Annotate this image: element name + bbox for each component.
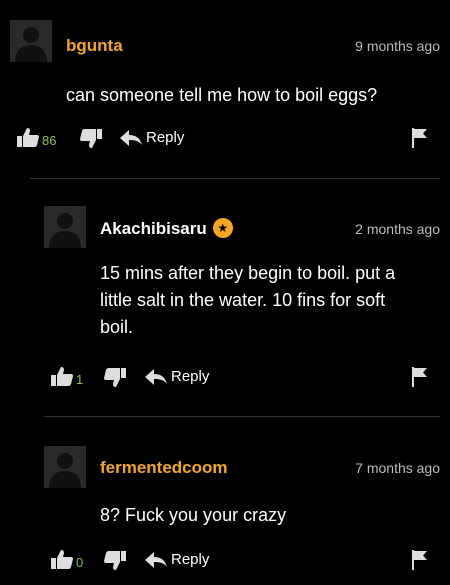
- like-button[interactable]: 86: [16, 126, 56, 148]
- thumbs-down-icon: [104, 551, 126, 570]
- reply-arrow-icon: [120, 129, 142, 146]
- like-button[interactable]: 1: [50, 365, 83, 387]
- user-silhouette-icon: [44, 446, 86, 488]
- timestamp: 7 months ago: [355, 460, 440, 476]
- reply-label: Reply: [171, 551, 210, 568]
- reply-label: Reply: [171, 368, 210, 385]
- flag-button[interactable]: [412, 128, 428, 153]
- avatar[interactable]: [10, 20, 52, 62]
- avatar[interactable]: [44, 446, 86, 488]
- dislike-button[interactable]: [80, 128, 102, 155]
- thumbs-down-icon: [104, 368, 126, 387]
- comment-actions: 0 Reply: [0, 548, 450, 574]
- timestamp: 9 months ago: [355, 38, 440, 54]
- thumbs-up-icon: [17, 128, 39, 147]
- username[interactable]: Akachibisaru ★: [100, 217, 233, 240]
- flag-icon: [412, 128, 427, 148]
- reply-label: Reply: [146, 129, 185, 146]
- comment-text: 15 mins after they begin to boil. put a …: [100, 263, 396, 337]
- flag-button[interactable]: [412, 550, 428, 575]
- like-count: 86: [42, 133, 57, 148]
- divider: [30, 178, 440, 179]
- timestamp: 2 months ago: [355, 221, 440, 237]
- reply-arrow-icon: [145, 368, 167, 385]
- thumbs-down-icon: [80, 129, 102, 148]
- flag-button[interactable]: [412, 367, 428, 392]
- comment-actions: 86 Reply: [0, 126, 450, 152]
- star-badge-icon: ★: [212, 217, 233, 238]
- thumbs-up-icon: [51, 367, 73, 386]
- like-button[interactable]: 0: [50, 548, 83, 570]
- like-count: 0: [76, 555, 84, 570]
- dislike-button[interactable]: [104, 550, 126, 577]
- comment-text: can someone tell me how to boil eggs?: [66, 85, 378, 105]
- divider: [44, 416, 440, 417]
- user-silhouette-icon: [44, 206, 86, 248]
- username[interactable]: bgunta: [66, 36, 123, 56]
- user-silhouette-icon: [10, 20, 52, 62]
- flag-icon: [412, 367, 427, 387]
- reply-button[interactable]: Reply: [145, 551, 209, 568]
- username[interactable]: fermentedcoom: [100, 458, 228, 478]
- comment-actions: 1 Reply: [0, 365, 450, 391]
- dislike-button[interactable]: [104, 367, 126, 394]
- thumbs-up-icon: [51, 550, 73, 569]
- reply-arrow-icon: [145, 551, 167, 568]
- reply-button[interactable]: Reply: [145, 368, 209, 385]
- comment-text: 8? Fuck you your crazy: [100, 505, 287, 525]
- flag-icon: [412, 550, 427, 570]
- like-count: 1: [76, 372, 84, 387]
- reply-button[interactable]: Reply: [120, 129, 184, 146]
- avatar[interactable]: [44, 206, 86, 248]
- username-text: Akachibisaru: [100, 219, 207, 238]
